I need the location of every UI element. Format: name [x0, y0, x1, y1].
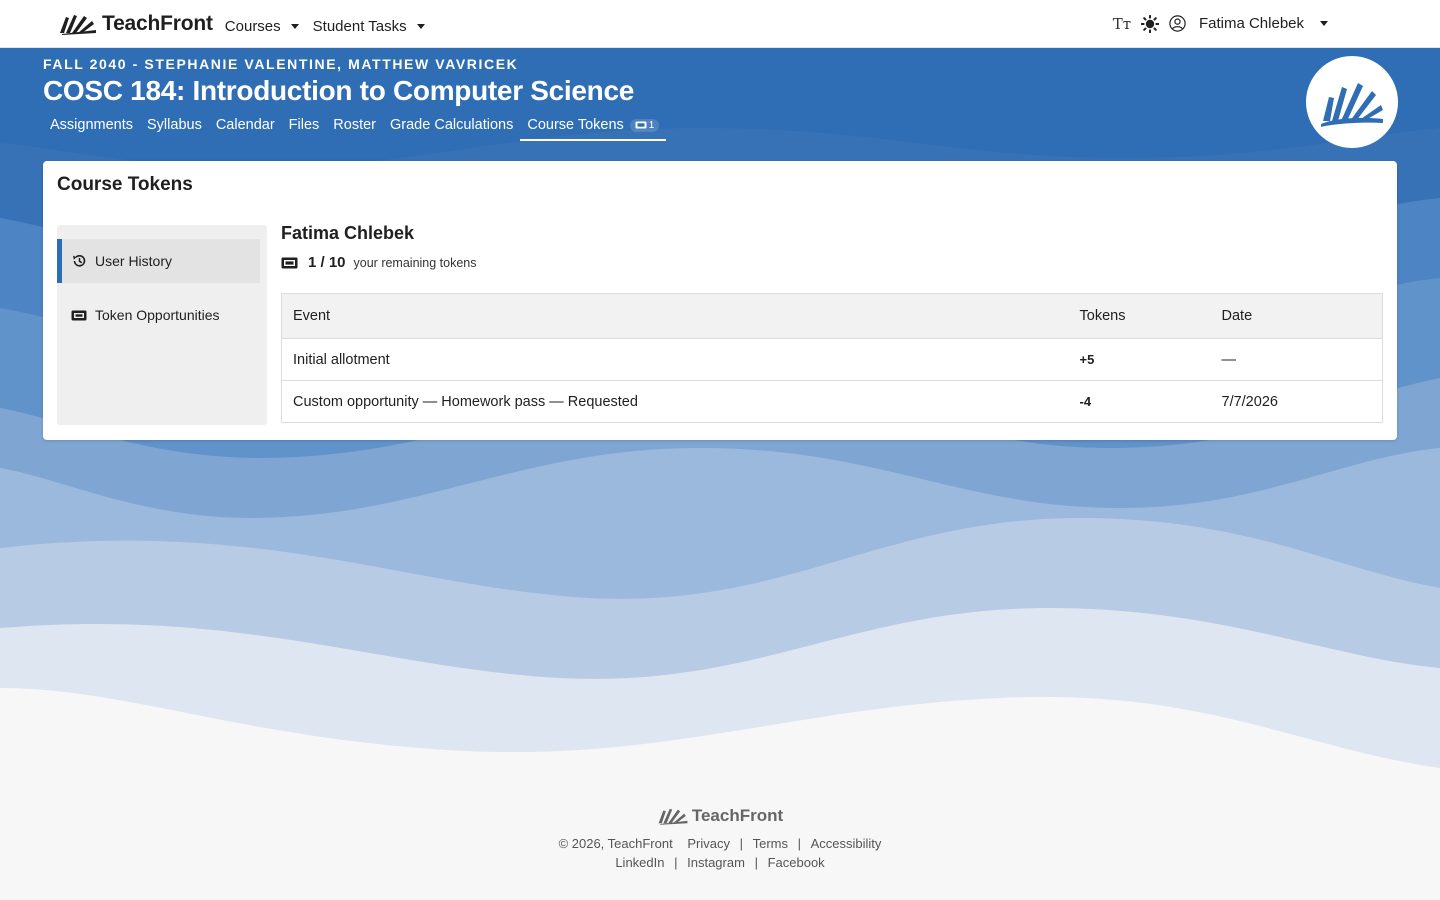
text-size-button[interactable]: Tт [1113, 15, 1131, 33]
student-tasks-menu-label: Student Tasks [312, 18, 407, 35]
user-circle-icon [1169, 15, 1187, 32]
remaining-label: your remaining tokens [353, 255, 477, 270]
tab-grade-calculations[interactable]: Grade Calculations [383, 117, 520, 141]
footer-copyright: © 2026, TeachFront [558, 836, 673, 851]
date-cell: 7/7/2026 [1210, 380, 1383, 423]
courses-menu[interactable]: Courses [225, 12, 299, 35]
text-size-icon: Tт [1112, 14, 1132, 33]
theme-toggle-button[interactable] [1140, 14, 1159, 33]
course-tabs: Assignments Syllabus Calendar Files Rost… [43, 117, 667, 141]
tab-files[interactable]: Files [282, 117, 327, 141]
footer: TeachFront © 2026, TeachFront Privacy | … [0, 806, 1440, 870]
ticket-icon [635, 121, 647, 129]
course-logo [1306, 56, 1398, 148]
token-count-badge: 1 [629, 118, 660, 132]
table-header-row: Event Tokens Date [281, 293, 1383, 339]
column-header-tokens: Tokens [1068, 293, 1211, 339]
tab-calendar[interactable]: Calendar [209, 117, 282, 141]
sidebar-item-label: Token Opportunities [95, 307, 220, 323]
student-name: Fatima Chlebek [281, 223, 415, 243]
teachfront-logo-icon [1321, 83, 1383, 127]
nav-menu: Courses Student Tasks [225, 12, 425, 35]
table-row: Custom opportunity — Homework pass — Req… [281, 380, 1383, 423]
event-cell: Initial allotment [281, 338, 1069, 381]
sidebar-item-token-opportunities[interactable]: Token Opportunities [57, 293, 260, 337]
footer-links-row-1: © 2026, TeachFront Privacy | Terms | Acc… [558, 836, 882, 851]
tab-course-tokens-label: Course Tokens [527, 117, 624, 133]
tokens-cell: +5 [1068, 338, 1211, 381]
event-cell: Custom opportunity — Homework pass — Req… [281, 380, 1069, 423]
footer-brand[interactable]: TeachFront [657, 806, 783, 826]
top-navbar: TeachFront Courses Student Tasks Tт Fati… [0, 0, 1440, 48]
remaining-tokens: 1 / 10 your remaining tokens [281, 254, 1383, 271]
teachfront-logo-icon [60, 14, 96, 35]
courses-menu-label: Courses [224, 18, 281, 35]
tab-course-tokens[interactable]: Course Tokens 1 [520, 117, 667, 141]
footer-link-accessibility[interactable]: Accessibility [811, 836, 882, 851]
card-title: Course Tokens [57, 174, 193, 195]
chevron-down-icon [416, 24, 425, 29]
column-header-date: Date [1210, 293, 1383, 339]
tokens-cell: -4 [1068, 380, 1211, 423]
chevron-down-icon [290, 24, 299, 29]
column-header-event: Event [281, 293, 1069, 339]
footer-link-instagram[interactable]: Instagram [687, 855, 745, 870]
student-tasks-menu[interactable]: Student Tasks [313, 12, 425, 35]
remaining-count: 1 / 10 [308, 254, 346, 271]
footer-link-privacy[interactable]: Privacy [687, 836, 730, 851]
footer-links-row-2: LinkedIn | Instagram | Facebook [615, 855, 825, 870]
brand-name: TeachFront [102, 11, 213, 35]
tab-roster[interactable]: Roster [326, 117, 383, 141]
footer-brand-name: TeachFront [691, 806, 784, 825]
ticket-icon [71, 310, 87, 320]
sidebar-item-user-history[interactable]: User History [57, 239, 260, 283]
table-row: Initial allotment +5 — [281, 338, 1383, 381]
user-menu-name[interactable]: Fatima Chlebek [1199, 15, 1304, 32]
tokens-sidebar: User History Token Opportunities [57, 225, 267, 425]
footer-link-linkedin[interactable]: LinkedIn [615, 855, 664, 870]
user-history-panel: Fatima Chlebek 1 / 10 your remaining tok… [281, 223, 1383, 423]
course-header: FALL 2040 - STEPHANIE VALENTINE, MATTHEW… [43, 56, 667, 141]
history-icon [73, 254, 86, 267]
footer-link-terms[interactable]: Terms [753, 836, 788, 851]
user-avatar[interactable] [1169, 15, 1187, 33]
brand-logo[interactable]: TeachFront [58, 12, 213, 36]
footer-link-facebook[interactable]: Facebook [768, 855, 825, 870]
course-term: FALL 2040 - STEPHANIE VALENTINE, MATTHEW… [43, 56, 519, 72]
nav-right: Tт Fatima Chlebek [1113, 14, 1328, 33]
sidebar-item-label: User History [95, 253, 173, 269]
ticket-icon [281, 257, 298, 268]
sun-icon [1140, 14, 1159, 33]
token-history-table: Event Tokens Date Initial allotment +5 —… [281, 293, 1383, 423]
date-cell: — [1210, 338, 1383, 381]
token-count-badge-value: 1 [648, 119, 655, 131]
chevron-down-icon[interactable] [1320, 21, 1328, 26]
tab-syllabus[interactable]: Syllabus [140, 117, 209, 141]
course-tokens-card: Course Tokens User History Token Opportu… [43, 161, 1397, 440]
course-title: COSC 184: Introduction to Computer Scien… [43, 75, 635, 106]
teachfront-logo-icon [658, 808, 688, 825]
tab-assignments[interactable]: Assignments [43, 117, 140, 141]
